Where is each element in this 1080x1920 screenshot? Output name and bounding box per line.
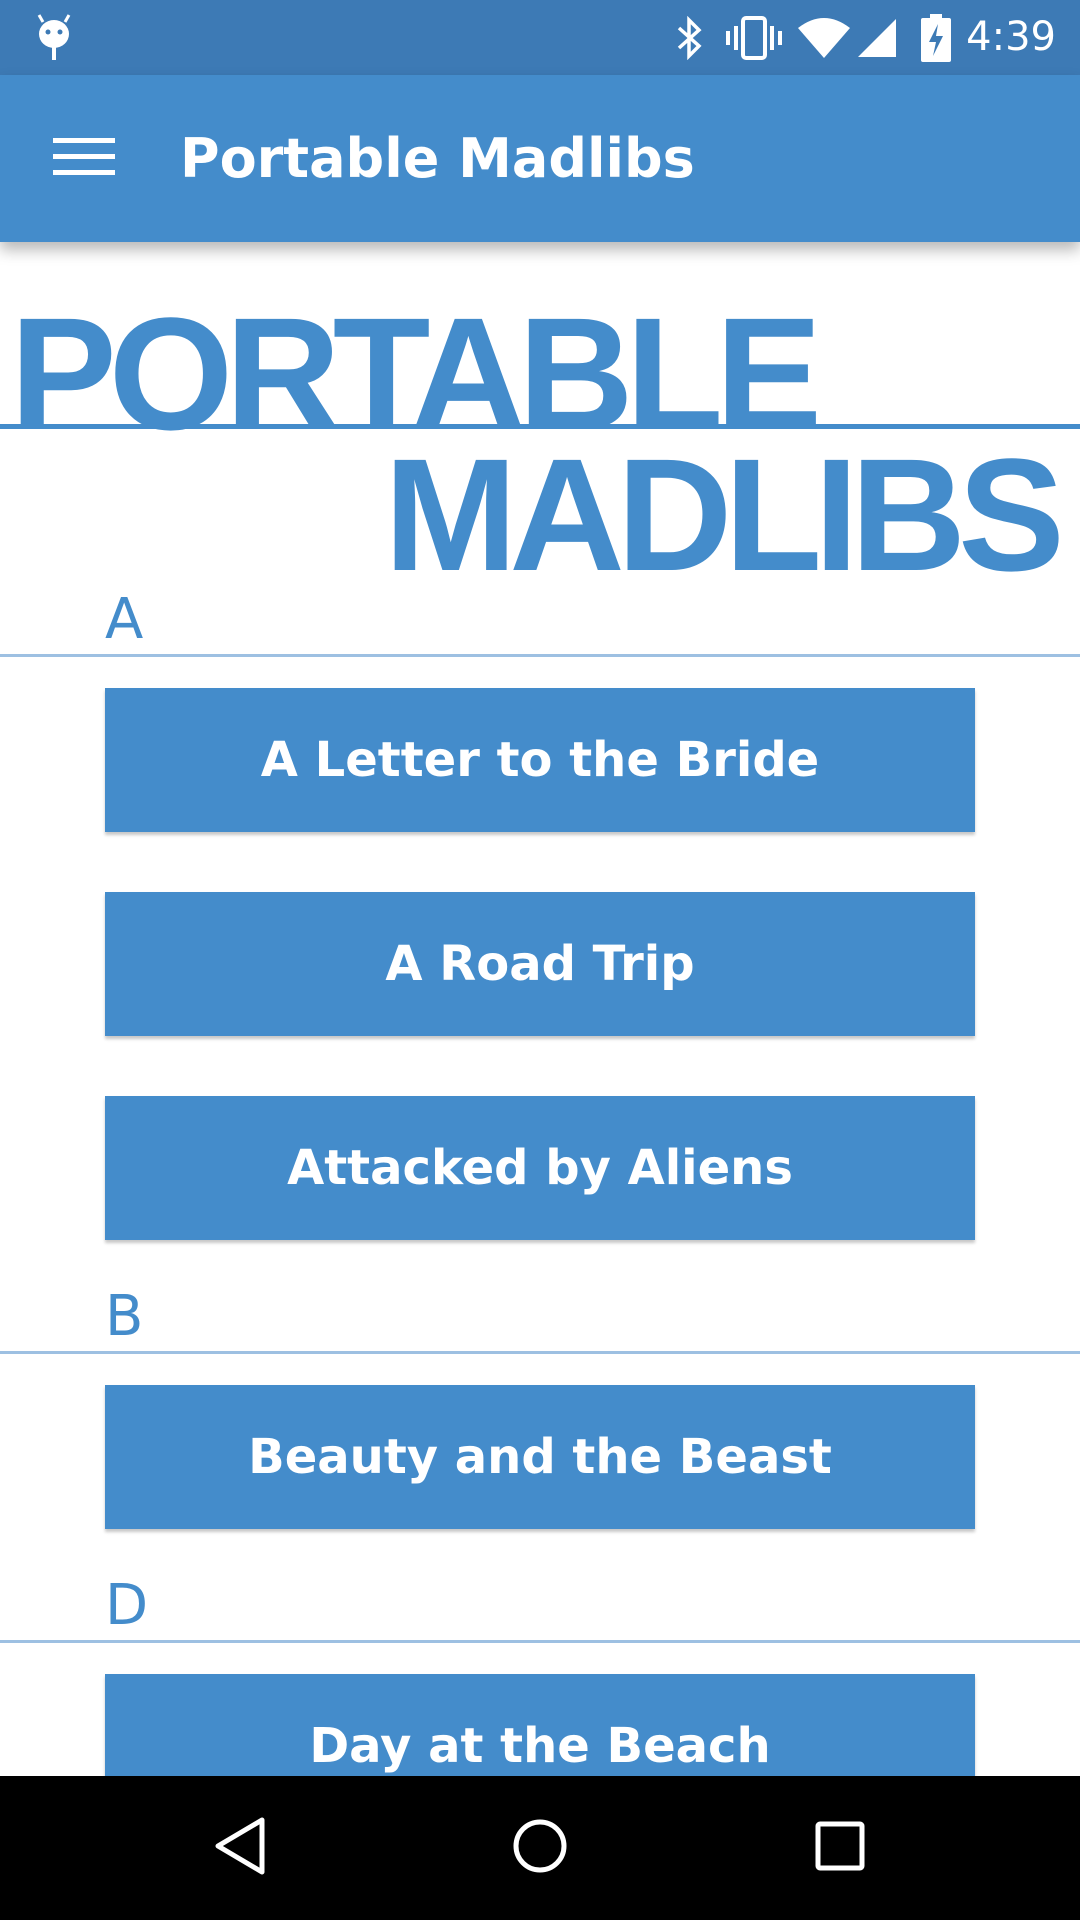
story-button-day-at-the-beach[interactable]: Day at the Beach — [105, 1674, 975, 1776]
section-divider — [0, 654, 1080, 657]
section-divider — [0, 1351, 1080, 1354]
battery-charging-icon — [918, 0, 954, 75]
hamburger-menu-icon — [53, 135, 115, 183]
story-button-a-letter-to-the-bride[interactable]: A Letter to the Bride — [105, 688, 975, 832]
vibrate-icon — [722, 0, 786, 75]
story-button-a-road-trip[interactable]: A Road Trip — [105, 892, 975, 1036]
section-header-a: A — [105, 587, 144, 652]
story-button-beauty-and-the-beast[interactable]: Beauty and the Beast — [105, 1385, 975, 1529]
back-button[interactable] — [160, 1776, 320, 1920]
app-logo: PORTABLE MADLIBS — [0, 242, 1080, 595]
section-header-b: B — [105, 1284, 144, 1349]
menu-button[interactable] — [30, 118, 138, 200]
cell-signal-icon — [854, 0, 900, 75]
section-header-d: D — [105, 1573, 149, 1638]
home-button[interactable] — [460, 1776, 620, 1920]
android-debug-icon — [28, 0, 80, 75]
story-list[interactable]: PORTABLE MADLIBS A A Letter to the Bride… — [0, 242, 1080, 1776]
screen: 4:39 Portable Madlibs PORTABLE MADLIBS A… — [0, 0, 1080, 1920]
recents-button[interactable] — [760, 1776, 920, 1920]
navigation-bar — [0, 1776, 1080, 1920]
app-bar: Portable Madlibs — [0, 75, 1080, 242]
home-icon — [511, 1817, 569, 1879]
status-bar: 4:39 — [0, 0, 1080, 75]
logo-word-madlibs: MADLIBS — [384, 425, 1065, 604]
back-icon — [212, 1816, 268, 1880]
wifi-icon — [796, 0, 852, 75]
status-time: 4:39 — [966, 14, 1056, 60]
app-title: Portable Madlibs — [180, 127, 695, 190]
story-button-attacked-by-aliens[interactable]: Attacked by Aliens — [105, 1096, 975, 1240]
section-divider — [0, 1640, 1080, 1643]
bluetooth-icon — [668, 0, 712, 75]
recents-icon — [814, 1820, 866, 1876]
